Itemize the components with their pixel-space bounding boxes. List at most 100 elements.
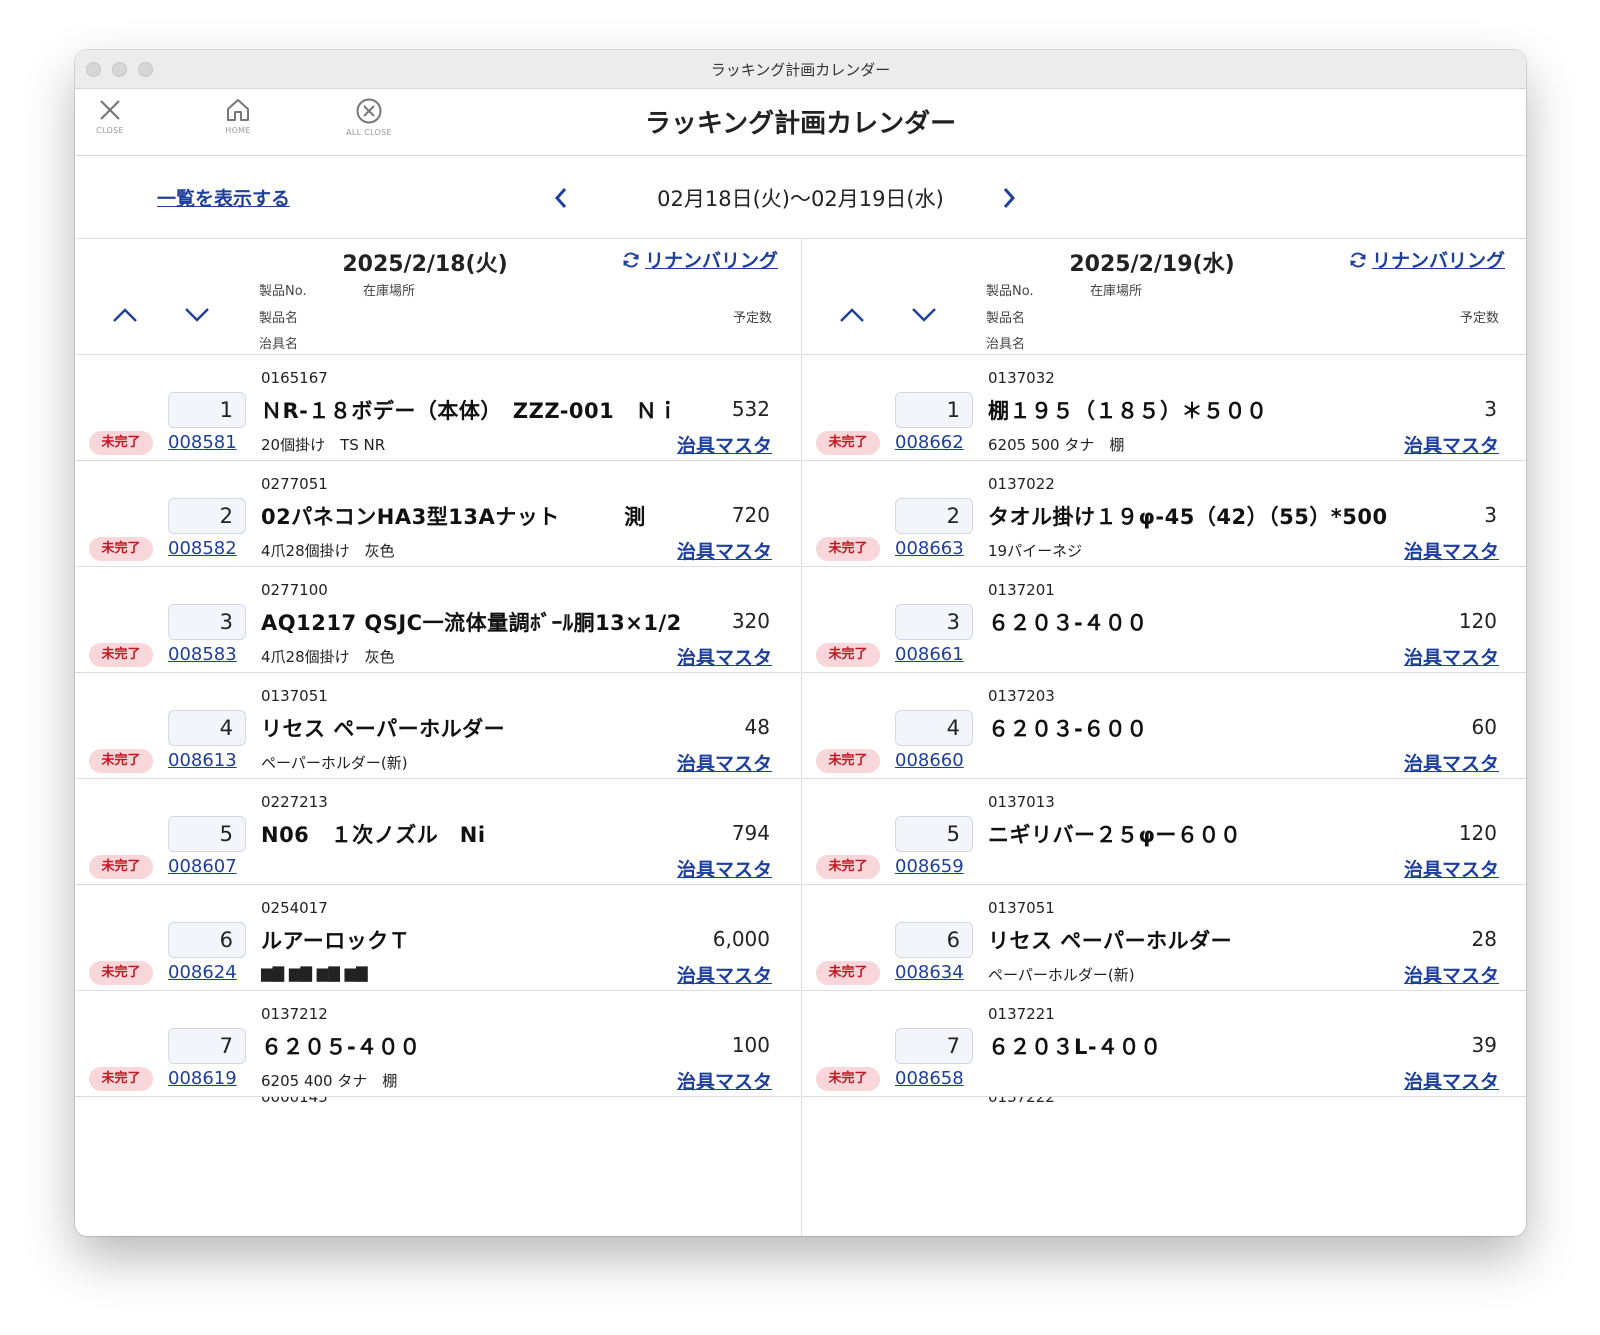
status-badge: 未完了 [89, 537, 153, 561]
jig-master-link[interactable]: 治具マスタ [677, 961, 772, 988]
order-number-link[interactable]: 008582 [168, 538, 237, 559]
renumber-link[interactable]: リナンバリング [621, 246, 778, 273]
status-badge: 未完了 [89, 643, 153, 667]
planned-qty: 120 [1458, 821, 1497, 845]
table-row: 7 未完了 008619 0137212 ６２０５-４００ 100 6205 4… [75, 991, 800, 1097]
header-location: 在庫場所 [363, 284, 416, 299]
jig-master-link[interactable]: 治具マスタ [677, 855, 772, 882]
sequence-input[interactable]: 6 [168, 922, 246, 958]
order-number-link[interactable]: 008613 [168, 750, 237, 771]
status-badge: 未完了 [816, 961, 880, 985]
chevron-down-icon[interactable] [183, 306, 211, 324]
sequence-input[interactable]: 5 [895, 816, 973, 852]
product-no: 0277100 [261, 581, 328, 599]
order-number-link[interactable]: 008607 [168, 856, 237, 877]
partial-product-no: 0137222 [988, 1097, 1055, 1103]
sequence-input[interactable]: 1 [895, 392, 973, 428]
order-number-link[interactable]: 008663 [895, 538, 964, 559]
jig-master-link[interactable]: 治具マスタ [677, 1067, 772, 1094]
order-number-link[interactable]: 008581 [168, 432, 237, 453]
status-badge: 未完了 [89, 1067, 153, 1091]
sequence-input[interactable]: 1 [168, 392, 246, 428]
app-window: ラッキング計画カレンダー CLOSE HOME ALL CLOSE ラッキング計… [75, 50, 1526, 1236]
sequence-input[interactable]: 6 [895, 922, 973, 958]
header-product-name: 製品名 [259, 311, 299, 326]
chevron-up-icon[interactable] [111, 306, 139, 324]
jig-name: ペーパーホルダー(新) [261, 754, 408, 772]
product-name: ６２０５-４００ [261, 1035, 421, 1059]
day-columns: 2025/2/18(火) リナンバリング 製品No. 在庫場所 製品名 予定数 … [75, 238, 1526, 1236]
jig-master-link[interactable]: 治具マスタ [677, 643, 772, 670]
column-header: 2025/2/18(火) リナンバリング 製品No. 在庫場所 製品名 予定数 … [75, 238, 800, 355]
jig-master-link[interactable]: 治具マスタ [1404, 537, 1499, 564]
product-name: リセス ペーパーホルダー [261, 717, 506, 741]
jig-name: ▆▇ ▆▇ ▆▇ ▆▇ [261, 964, 368, 982]
jig-master-link[interactable]: 治具マスタ [1404, 855, 1499, 882]
product-name: ６２０３L-４００ [988, 1035, 1162, 1059]
product-no: 0137221 [988, 1005, 1055, 1023]
title-bar: ラッキング計画カレンダー [75, 50, 1526, 89]
product-name: ６２０３-４００ [988, 611, 1148, 635]
product-no: 0137212 [261, 1005, 328, 1023]
product-no: 0277051 [261, 475, 328, 493]
jig-name: 6205 500 タナ 棚 [988, 436, 1125, 454]
order-number-link[interactable]: 008660 [895, 750, 964, 771]
schedule-rows: 1 未完了 008581 0165167 ＮR-１８ボデー（本体） ZZZ-00… [75, 355, 800, 1097]
order-number-link[interactable]: 008659 [895, 856, 964, 877]
order-number-link[interactable]: 008583 [168, 644, 237, 665]
product-name: AQ1217 QSJC一流体量調ﾎﾞｰﾙ胴13×1/2 [261, 611, 682, 635]
chevron-right-icon[interactable] [997, 184, 1021, 212]
product-name: N06 １次ノズル Ni [261, 823, 486, 847]
product-name: ６２０３-６００ [988, 717, 1148, 741]
order-number-link[interactable]: 008624 [168, 962, 237, 983]
jig-name: 4爪28個掛け 灰色 [261, 542, 395, 560]
status-badge: 未完了 [816, 643, 880, 667]
schedule-rows: 1 未完了 008662 0137032 棚１９５（１８５）＊５００ 3 620… [802, 355, 1526, 1097]
sequence-input[interactable]: 7 [895, 1028, 973, 1064]
sequence-input[interactable]: 4 [168, 710, 246, 746]
partial-row: 0000145 [75, 1097, 800, 1109]
table-row: 2 未完了 008663 0137022 タオル掛け１９φ-45（42）（55）… [802, 461, 1526, 567]
order-number-link[interactable]: 008662 [895, 432, 964, 453]
header-jig-name: 治具名 [986, 337, 1026, 352]
jig-master-link[interactable]: 治具マスタ [1404, 1067, 1499, 1094]
order-number-link[interactable]: 008658 [895, 1068, 964, 1089]
column-header: 2025/2/19(水) リナンバリング 製品No. 在庫場所 製品名 予定数 … [802, 238, 1526, 355]
order-number-link[interactable]: 008619 [168, 1068, 237, 1089]
table-row: 1 未完了 008662 0137032 棚１９５（１８５）＊５００ 3 620… [802, 355, 1526, 461]
chevron-down-icon[interactable] [910, 306, 938, 324]
product-no: 0137201 [988, 581, 1055, 599]
jig-master-link[interactable]: 治具マスタ [677, 431, 772, 458]
jig-master-link[interactable]: 治具マスタ [1404, 961, 1499, 988]
planned-qty: 120 [1458, 609, 1497, 633]
jig-master-link[interactable]: 治具マスタ [677, 537, 772, 564]
sequence-input[interactable]: 2 [895, 498, 973, 534]
sequence-input[interactable]: 3 [895, 604, 973, 640]
table-row: 1 未完了 008581 0165167 ＮR-１８ボデー（本体） ZZZ-00… [75, 355, 800, 461]
refresh-icon [1350, 252, 1366, 268]
day-column: 2025/2/19(水) リナンバリング 製品No. 在庫場所 製品名 予定数 … [801, 238, 1526, 1236]
jig-master-link[interactable]: 治具マスタ [1404, 431, 1499, 458]
sequence-input[interactable]: 2 [168, 498, 246, 534]
header-product-no: 製品No. [986, 284, 1034, 299]
product-no: 0165167 [261, 369, 328, 387]
order-number-link[interactable]: 008661 [895, 644, 964, 665]
sequence-input[interactable]: 5 [168, 816, 246, 852]
renumber-link[interactable]: リナンバリング [1348, 246, 1505, 273]
jig-master-link[interactable]: 治具マスタ [1404, 643, 1499, 670]
page-title: ラッキング計画カレンダー [644, 109, 957, 139]
jig-master-link[interactable]: 治具マスタ [677, 749, 772, 776]
product-name: ＮR-１８ボデー（本体） ZZZ-001 Ｎｉ [261, 399, 679, 423]
table-row: 3 未完了 008583 0277100 AQ1217 QSJC一流体量調ﾎﾞｰ… [75, 567, 800, 673]
chevron-up-icon[interactable] [838, 306, 866, 324]
planned-qty: 100 [731, 1033, 770, 1057]
sequence-input[interactable]: 7 [168, 1028, 246, 1064]
planned-qty: 3 [1484, 397, 1497, 421]
sequence-input[interactable]: 4 [895, 710, 973, 746]
sequence-input[interactable]: 3 [168, 604, 246, 640]
planned-qty: 28 [1471, 927, 1497, 951]
planned-qty: 6,000 [712, 927, 770, 951]
order-number-link[interactable]: 008634 [895, 962, 964, 983]
status-badge: 未完了 [89, 431, 153, 455]
jig-master-link[interactable]: 治具マスタ [1404, 749, 1499, 776]
